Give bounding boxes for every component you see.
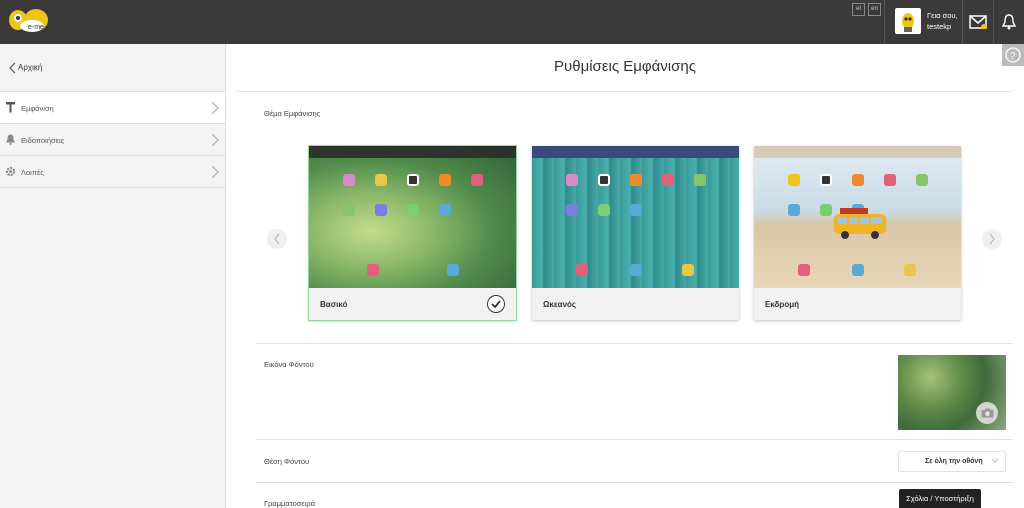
sidebar-item-label: Λοιπές	[21, 168, 44, 177]
check-icon	[487, 295, 505, 313]
background-position-label: Θέση Φόντου	[264, 457, 310, 466]
gear-icon	[5, 166, 16, 177]
theme-section-label: Θέμα Εμφάνισης	[264, 109, 321, 118]
theme-card-ocean[interactable]: Ωκεανός	[532, 146, 739, 320]
svg-text:e-me: e-me	[28, 24, 44, 31]
bell-icon	[1001, 14, 1017, 30]
carousel-prev-button[interactable]	[267, 229, 287, 249]
chevron-right-icon	[989, 233, 995, 245]
chevron-right-icon	[211, 133, 219, 147]
theme-preview-ocean	[532, 146, 739, 288]
avatar	[895, 8, 921, 34]
sidebar-item-label: Εμφάνιση	[21, 104, 54, 113]
username: testekp	[927, 22, 952, 31]
theme-card-excursion[interactable]: Εκδρομή	[754, 146, 961, 320]
e-me-logo[interactable]: e-me	[6, 4, 58, 40]
divider	[256, 482, 1013, 483]
user-greeting: Γεια σου, testekp	[927, 10, 958, 32]
settings-sidebar: Αρχική Εμφάνιση Ειδοποιήσεις Λοιπές	[0, 44, 226, 508]
page-title: Ρυθμίσεις Εμφάνισης	[554, 58, 696, 75]
divider	[256, 343, 1013, 344]
background-image-preview[interactable]	[898, 355, 1006, 430]
background-position-select[interactable]: Σε όλη την οθόνη	[898, 451, 1006, 472]
chevron-left-icon	[274, 233, 280, 245]
notifications-button[interactable]	[993, 0, 1024, 44]
back-home-label: Αρχική	[18, 63, 43, 72]
sidebar-item-label: Ειδοποιήσεις	[21, 136, 65, 145]
change-background-button[interactable]	[976, 402, 998, 424]
theme-preview-basic	[309, 146, 516, 288]
background-position-value: Σε όλη την οθόνη	[925, 458, 983, 465]
theme-name: Εκδρομή	[765, 300, 799, 309]
user-menu[interactable]: Γεια σου, testekp	[884, 0, 962, 44]
camera-icon	[981, 408, 993, 418]
theme-name: Ωκεανός	[543, 300, 577, 309]
greeting-text: Γεια σου,	[927, 11, 958, 20]
theme-card-basic[interactable]: Βασικό	[308, 145, 517, 321]
theme-name: Βασικό	[320, 300, 348, 309]
back-home-link[interactable]: Αρχική	[0, 44, 225, 92]
sidebar-item-other[interactable]: Λοιπές	[0, 156, 225, 188]
sidebar-item-appearance[interactable]: Εμφάνιση	[0, 92, 225, 124]
divider	[256, 439, 1013, 440]
chevron-down-icon	[991, 458, 999, 463]
chevron-left-icon	[9, 62, 16, 74]
bus-image	[834, 208, 886, 239]
font-label: Γραμματοσειρά	[264, 499, 315, 508]
background-image-label: Εικόνα Φόντου	[264, 360, 314, 369]
theme-preview-excursion	[754, 146, 961, 288]
lang-el-button[interactable]: el	[852, 3, 865, 16]
lang-en-button[interactable]: en	[868, 3, 881, 16]
sidebar-item-notifications[interactable]: Ειδοποιήσεις	[0, 124, 225, 156]
mail-icon	[969, 15, 987, 29]
divider	[236, 91, 1013, 92]
chevron-right-icon	[211, 101, 219, 115]
chevron-right-icon	[211, 165, 219, 179]
carousel-next-button[interactable]	[982, 229, 1002, 249]
feedback-support-button[interactable]: Σχόλια / Υποστήριξη	[899, 489, 981, 508]
brush-icon	[6, 102, 15, 113]
top-bar: e-me el en Γεια σου, testekp	[0, 0, 1024, 44]
bell-icon	[6, 134, 15, 145]
messages-button[interactable]	[962, 0, 993, 44]
